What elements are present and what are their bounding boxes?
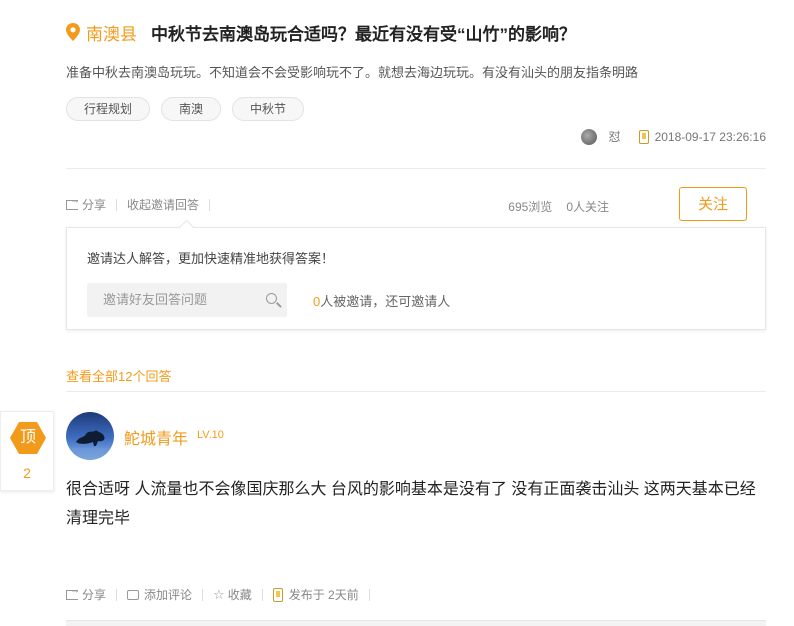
question-datetime: 2018-09-17 23:26:16 [654,129,766,144]
separator [116,588,118,601]
tag[interactable]: 中秋节 [232,97,305,121]
follower-count: 0人关注 [566,200,609,214]
location-pin-icon [66,23,80,41]
answer-text: 很合适呀 人流量也不会像国庆那么大 台风的影响基本是没有了 没有正面袭击汕头 这… [66,481,756,527]
upvote-widget: 顶 2 [0,411,54,491]
posted-time: 发布于 2天前 [288,588,359,602]
invite-placeholder: 邀请好友回答问题 [103,292,208,307]
question-title-row: 南澳县 中秋节去南澳岛玩合适吗？最近有没有受“山竹”的影响？ [66,18,576,46]
add-comment-label: 添加评论 [144,588,193,602]
question-title: 中秋节去南澳岛玩合适吗？最近有没有受“山竹”的影响？ [151,24,576,44]
follow-button[interactable]: 关注 [679,187,747,221]
invite-tip: 邀请达人解答，更加快速精准地获得答案！ [87,251,335,266]
question-description: 准备中秋去南澳岛玩玩。不知道会不会受影响玩不了。就想去海边玩玩。有没有汕头的朋友… [66,65,639,80]
answer-share-button[interactable]: 分享 [66,585,107,603]
question-meta: 怼 2018-09-17 23:26:16 [580,128,766,145]
upvote-count: 2 [23,465,31,481]
author-avatar[interactable] [580,128,597,145]
invite-search-input[interactable]: 邀请好友回答问题 [87,283,287,317]
divider [66,391,766,392]
tag[interactable]: 南澳 [161,97,222,121]
question-tags: 行程规划 南澳 中秋节 [66,97,305,121]
star-icon: ☆ [213,586,225,602]
user-level-badge: LV.10 [197,429,224,441]
separator [116,198,118,211]
add-comment-button[interactable]: 添加评论 [127,586,192,603]
share-icon [66,195,80,210]
divider [66,168,766,169]
separator [202,588,204,601]
favorite-button[interactable]: ☆ 收藏 [213,586,252,603]
invite-count-text: 0人被邀请，还可邀请人 [313,291,450,310]
question-stats: 695浏览 0人关注 [508,198,609,215]
share-button[interactable]: 分享 [66,195,107,213]
tag[interactable]: 行程规划 [66,97,151,121]
answerer-avatar[interactable] [66,412,114,460]
avatar-tree-icon [66,430,114,460]
invite-count-suffix: 人被邀请，还可邀请人 [320,294,451,309]
collapse-invite-button[interactable]: 收起邀请回答 [127,196,199,213]
answer-actions: 分享 添加评论 ☆ 收藏 发布于 2天前 [66,585,380,603]
separator [368,588,370,601]
next-section-edge [66,620,766,626]
answerer-name[interactable]: 鮀城青年 [124,425,188,449]
question-actions: 分享 收起邀请回答 [66,195,220,213]
separator [209,198,211,211]
mobile-icon [638,129,649,144]
view-count: 695浏览 [508,200,553,214]
answer-share-label: 分享 [82,588,107,602]
favorite-label: 收藏 [227,588,252,602]
mobile-icon [272,587,283,602]
invite-panel: 邀请达人解答，更加快速精准地获得答案！ 邀请好友回答问题 0人被邀请，还可邀请人 [66,227,766,330]
upvote-button[interactable]: 顶 [10,422,46,454]
share-icon [66,585,80,600]
separator [261,588,263,601]
view-all-answers-link[interactable]: 查看全部12个回答 [66,366,171,385]
author-name[interactable]: 怼 [609,128,621,145]
comment-icon [127,589,140,600]
share-label: 分享 [82,198,107,212]
search-icon[interactable] [266,293,277,304]
question-location[interactable]: 南澳县 [86,20,137,45]
posted-info: 发布于 2天前 [272,586,359,603]
